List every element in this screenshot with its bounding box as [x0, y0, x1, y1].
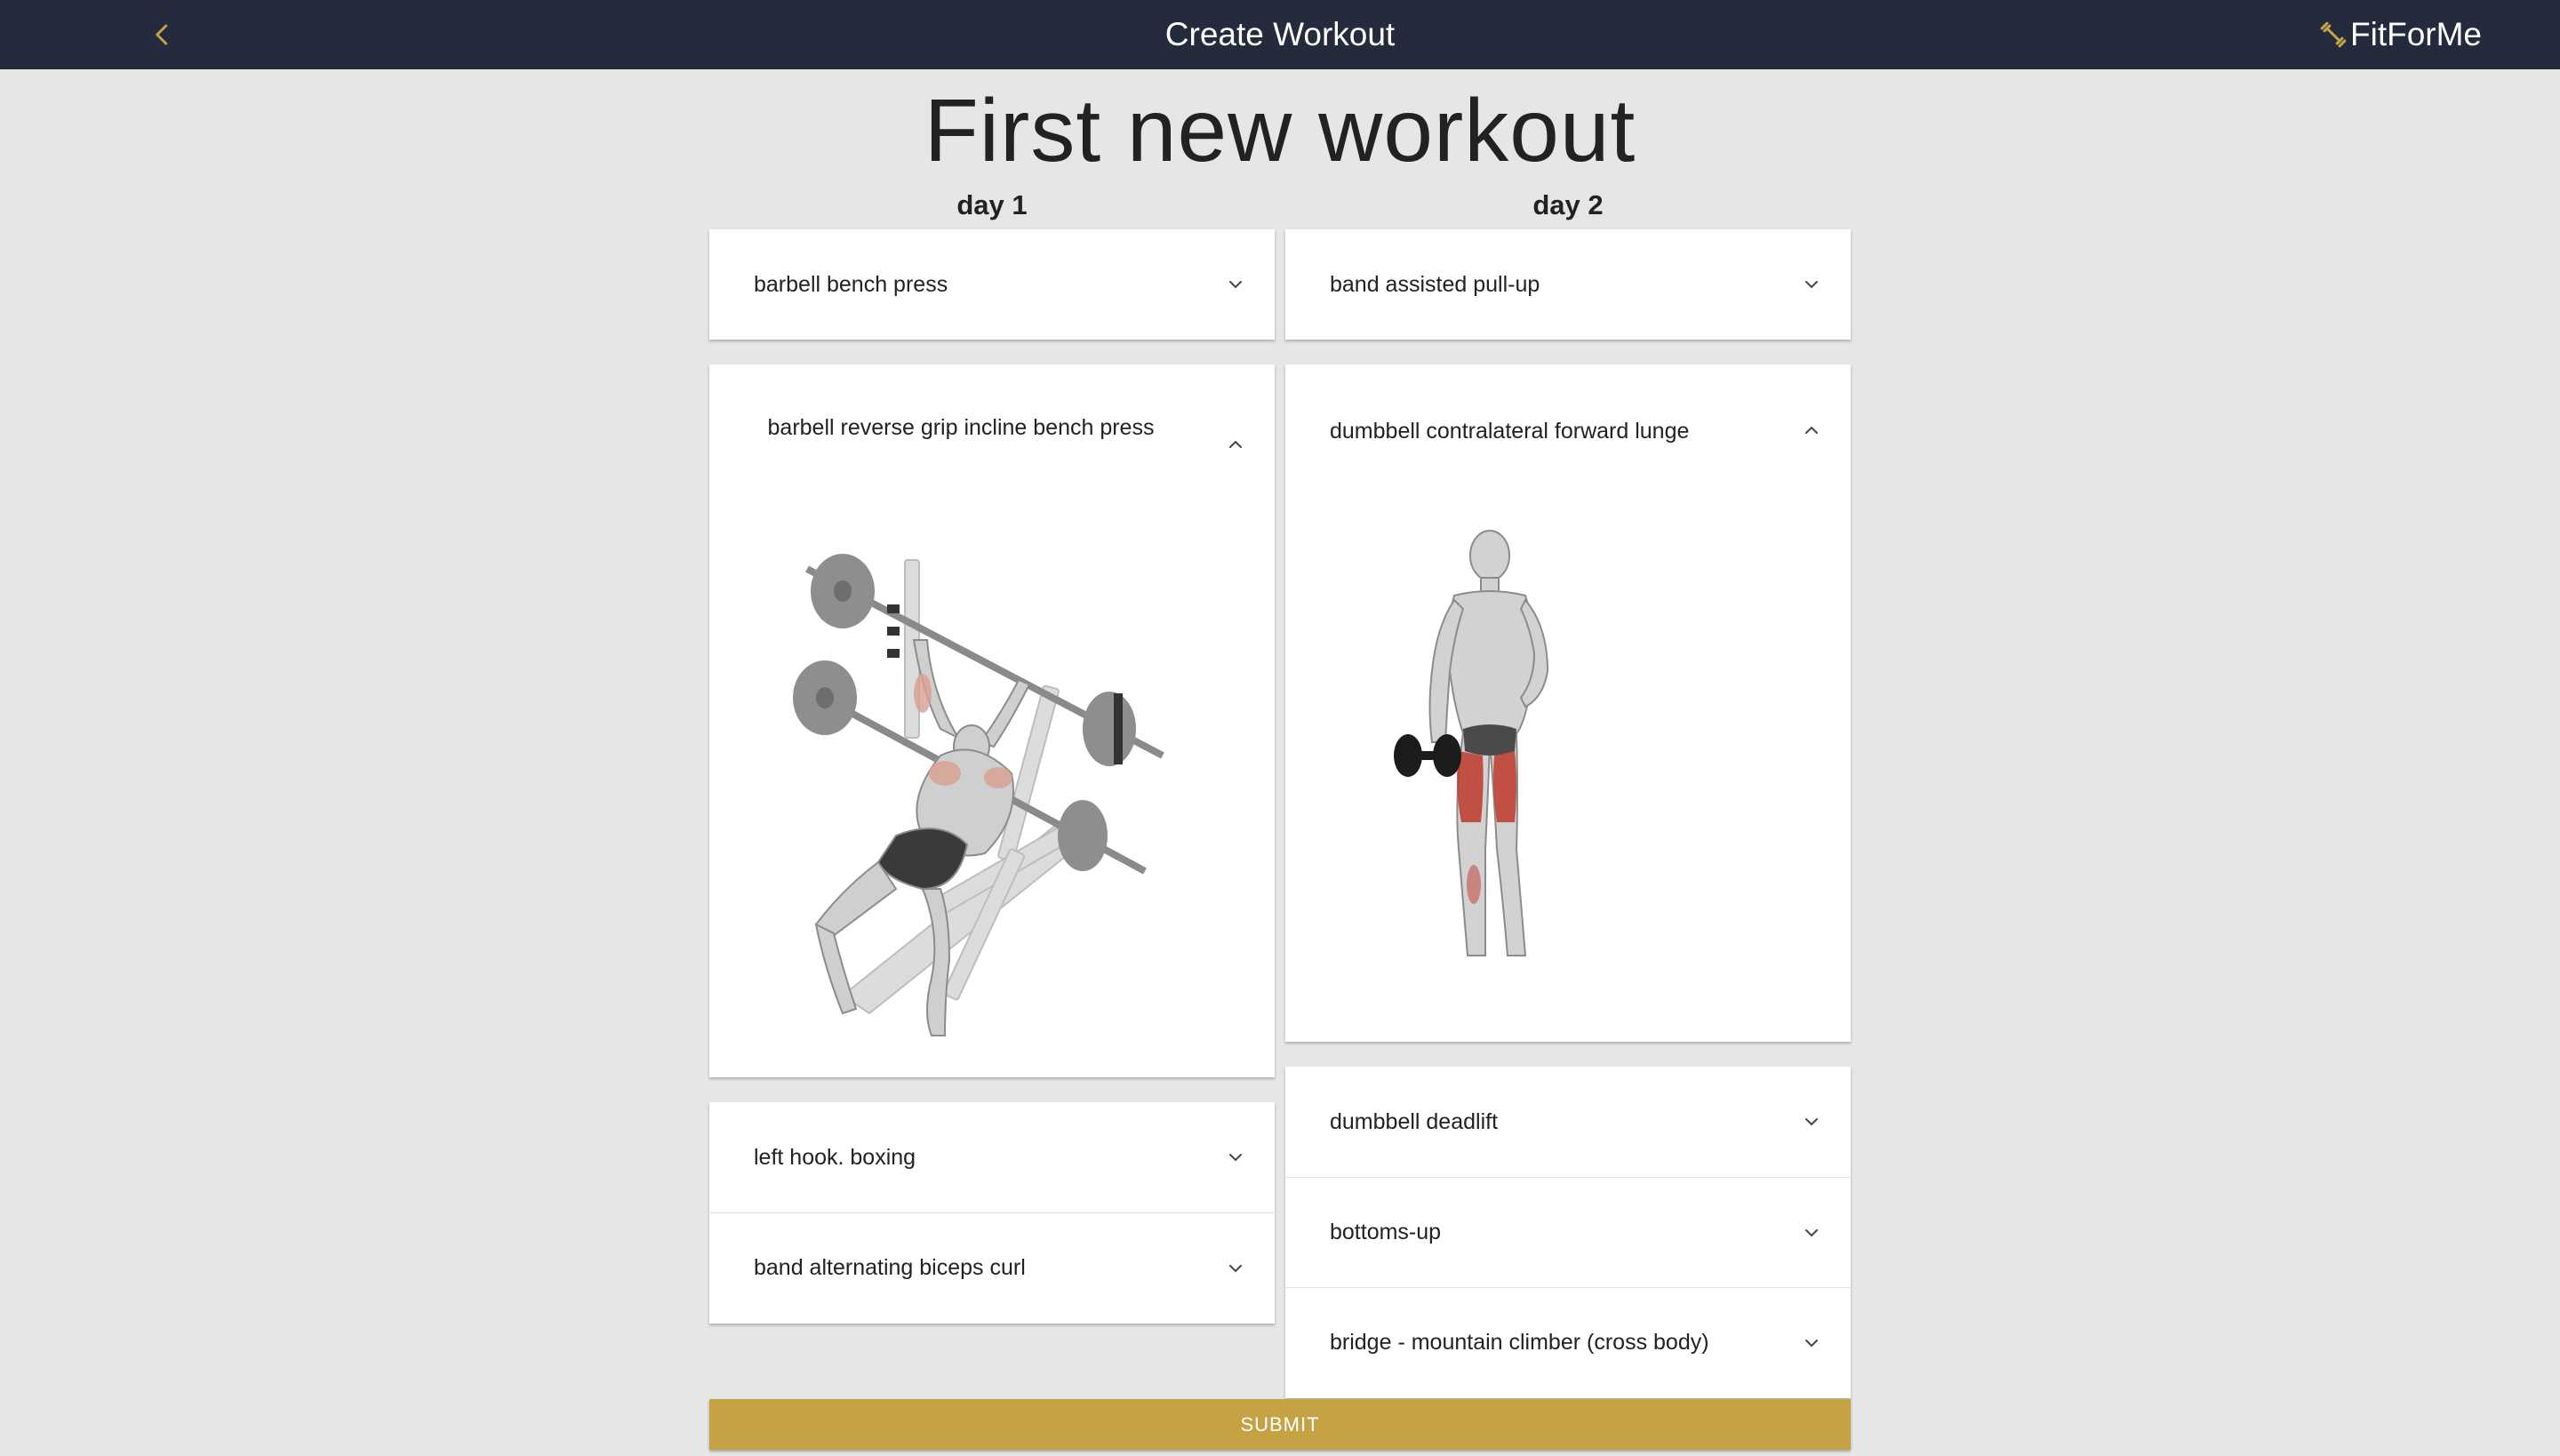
- dumbbell-icon: [2320, 21, 2347, 48]
- chevron-up-icon[interactable]: [1225, 434, 1246, 455]
- exercise-row-band-assisted-pull-up[interactable]: band assisted pull-up: [1285, 229, 1851, 340]
- exercise-illustration-lunge: [1394, 530, 1549, 956]
- chevron-down-icon[interactable]: [1801, 274, 1822, 295]
- chevron-down-icon[interactable]: [1801, 1111, 1822, 1132]
- back-button[interactable]: [142, 14, 183, 55]
- exercise-card-expanded: barbell reverse grip incline bench press: [709, 364, 1275, 1077]
- page-header-title: Create Workout: [1164, 16, 1396, 52]
- exercise-illustration-bench-press: [793, 554, 1164, 1036]
- exercise-name: band alternating biceps curl: [754, 1255, 1026, 1280]
- exercise-card: barbell bench press: [709, 229, 1275, 340]
- exercise-row-barbell-reverse-grip-incline-bench-press[interactable]: barbell reverse grip incline bench press: [709, 364, 1275, 448]
- brand-logo[interactable]: FitForMe: [2318, 0, 2482, 69]
- exercise-row-bottoms-up[interactable]: bottoms-up: [1285, 1177, 1851, 1287]
- chevron-down-icon[interactable]: [1225, 1258, 1246, 1279]
- day-2-label: day 2: [1532, 189, 1604, 220]
- exercise-name: band assisted pull-up: [1330, 271, 1540, 297]
- exercise-row-dumbbell-deadlift[interactable]: dumbbell deadlift: [1285, 1067, 1851, 1177]
- chevron-down-icon[interactable]: [1225, 274, 1246, 295]
- chevron-left-icon: [156, 24, 168, 45]
- exercise-name: barbell reverse grip incline bench press: [767, 415, 1155, 440]
- exercise-name: bridge - mountain climber (cross body): [1330, 1330, 1709, 1355]
- exercise-name: dumbbell contralateral forward lunge: [1330, 419, 1690, 444]
- exercise-card: dumbbell deadlift bottoms-up bridge - mo…: [1285, 1067, 1851, 1398]
- exercise-name: dumbbell deadlift: [1330, 1108, 1499, 1134]
- chevron-down-icon[interactable]: [1225, 1147, 1246, 1168]
- exercise-name: barbell bench press: [754, 271, 948, 297]
- chevron-down-icon[interactable]: [1801, 1332, 1822, 1354]
- exercise-card: left hook. boxing band alternating bicep…: [709, 1102, 1275, 1324]
- exercise-card-expanded: dumbbell contralateral forward lunge: [1285, 364, 1851, 1042]
- day-1-column: day 1 barbell bench press barbell revers…: [709, 188, 1275, 1324]
- submit-button[interactable]: SUBMIT: [709, 1399, 1851, 1450]
- page-title: First new workout: [924, 81, 1636, 180]
- exercise-row-band-alternating-biceps-curl[interactable]: band alternating biceps curl: [709, 1212, 1275, 1323]
- top-app-bar: Create Workout FitForMe: [0, 0, 2560, 69]
- exercise-name: left hook. boxing: [754, 1144, 916, 1170]
- exercise-row-bridge-mountain-climber[interactable]: bridge - mountain climber (cross body): [1285, 1287, 1851, 1397]
- day-2-column: day 2 band assisted pull-up dumbbell con…: [1285, 188, 1851, 1398]
- exercise-row-left-hook-boxing[interactable]: left hook. boxing: [709, 1102, 1275, 1212]
- exercise-row-barbell-bench-press[interactable]: barbell bench press: [709, 229, 1275, 340]
- chevron-down-icon[interactable]: [1801, 1222, 1822, 1244]
- day-1-label: day 1: [956, 189, 1028, 220]
- exercise-card: band assisted pull-up: [1285, 229, 1851, 340]
- exercise-name: bottoms-up: [1330, 1220, 1442, 1244]
- brand-name: FitForMe: [2350, 16, 2482, 52]
- chevron-up-icon[interactable]: [1801, 420, 1822, 441]
- exercise-row-dumbbell-contralateral-forward-lunge[interactable]: dumbbell contralateral forward lunge: [1285, 364, 1851, 448]
